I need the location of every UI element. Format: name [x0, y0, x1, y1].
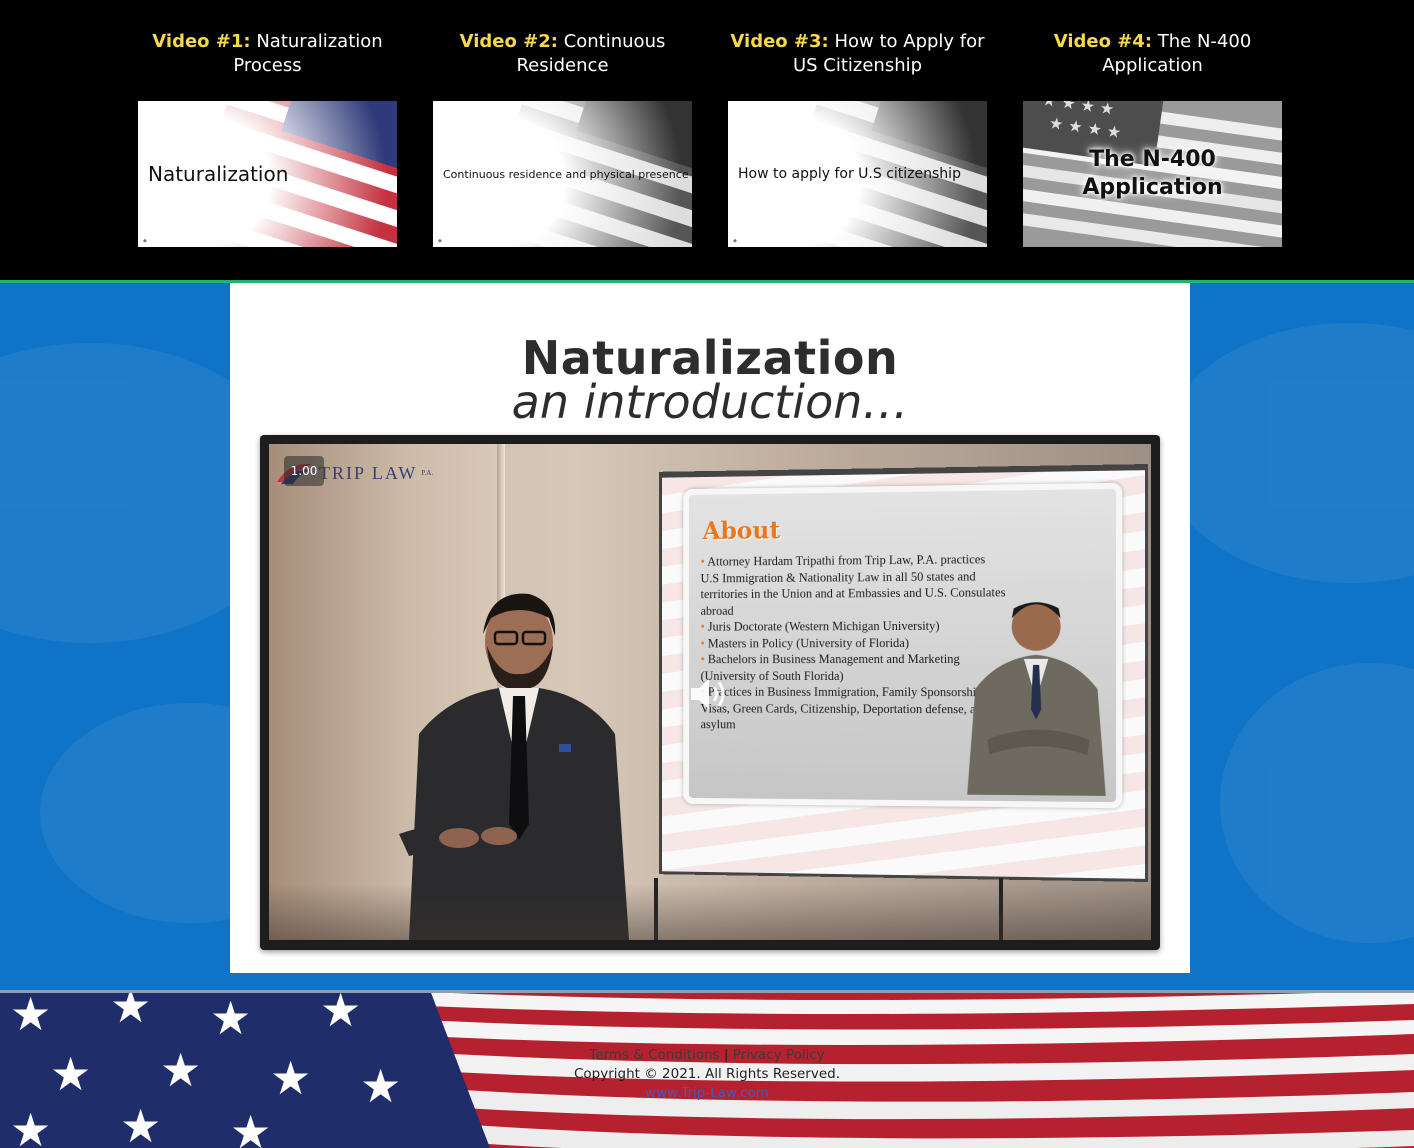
video-player[interactable]: About • Attorney Hardam Tripathi from Tr…: [260, 435, 1160, 950]
website-link[interactable]: www.Trip-Law.com: [645, 1085, 769, 1101]
video-strip: Video #1: Naturalization Process Natural: [0, 0, 1414, 280]
content-panel: Naturalization an introduction… About • …: [230, 283, 1190, 973]
video-thumbnail-3[interactable]: How to apply for U.S citizenship ◆: [728, 101, 987, 247]
video-thumbnail-1[interactable]: Naturalization ◆: [138, 101, 397, 247]
video-card-4[interactable]: Video #4: The N-400 Application ★ ★ ★ ★ …: [1023, 30, 1282, 247]
video-number: Video #1:: [152, 31, 251, 52]
svg-text:★: ★: [10, 1103, 51, 1148]
video-card-2[interactable]: Video #2: Continuous Residence Continuou: [433, 30, 692, 247]
thumbnail-caption: How to apply for U.S citizenship: [738, 166, 961, 182]
video-card-3[interactable]: Video #3: How to Apply for US Citizenshi…: [728, 30, 987, 247]
copyright-text: Copyright © 2021. All Rights Reserved.: [573, 1066, 840, 1082]
thumbnail-caption: The N-400 Application: [1082, 147, 1223, 200]
video-thumbnail-2[interactable]: Continuous residence and physical presen…: [433, 101, 692, 247]
svg-text:★: ★: [320, 990, 361, 1037]
trip-law-logo: ◆: [733, 238, 737, 244]
thumbnail-caption: Continuous residence and physical presen…: [443, 167, 689, 181]
video-title-4[interactable]: Video #4: The N-400 Application: [1023, 30, 1282, 88]
slide-title: About: [702, 515, 781, 545]
projection-screen: About • Attorney Hardam Tripathi from Tr…: [659, 464, 1149, 882]
attorney-photo: [967, 602, 1106, 796]
slide: About • Attorney Hardam Tripathi from Tr…: [683, 482, 1123, 809]
video-title-text: Naturalization Process: [233, 31, 383, 76]
svg-text:★: ★: [120, 1099, 161, 1148]
video-frame[interactable]: About • Attorney Hardam Tripathi from Tr…: [269, 444, 1151, 940]
trip-law-logo: ◆: [438, 238, 442, 244]
playback-speed-button[interactable]: 1.00: [284, 456, 324, 486]
video-title-1[interactable]: Video #1: Naturalization Process: [138, 30, 397, 88]
logo-text: TRIP LAW: [319, 462, 418, 483]
page-subtitle: an introduction…: [511, 375, 909, 429]
volume-icon[interactable]: [689, 676, 731, 712]
svg-text:★: ★: [10, 990, 51, 1041]
svg-text:★: ★: [210, 991, 251, 1045]
trip-law-logo: ◆: [143, 238, 147, 244]
video-number: Video #3:: [730, 31, 829, 52]
footer: Terms & Conditions | Privacy Policy Copy…: [0, 1046, 1414, 1103]
thumbnail-caption: Naturalization: [148, 162, 289, 186]
video-title-2[interactable]: Video #2: Continuous Residence: [433, 30, 692, 88]
privacy-link[interactable]: Privacy Policy: [733, 1047, 825, 1063]
footer-links-row: Terms & Conditions | Privacy Policy: [0, 1046, 1414, 1065]
video-title-3[interactable]: Video #3: How to Apply for US Citizenshi…: [728, 30, 987, 88]
video-number: Video #2:: [459, 31, 558, 52]
svg-text:★: ★: [230, 1105, 271, 1148]
video-card-1[interactable]: Video #1: Naturalization Process Natural: [138, 30, 397, 247]
terms-link[interactable]: Terms & Conditions: [589, 1047, 719, 1063]
video-number: Video #4:: [1053, 31, 1153, 52]
logo-suffix: P.A.: [421, 469, 434, 477]
svg-text:★: ★: [110, 990, 151, 1033]
video-thumbnail-4[interactable]: ★ ★ ★ ★ ★ ★ ★ ★ The N-400 Application: [1023, 101, 1282, 247]
footer-separator: |: [723, 1047, 729, 1063]
